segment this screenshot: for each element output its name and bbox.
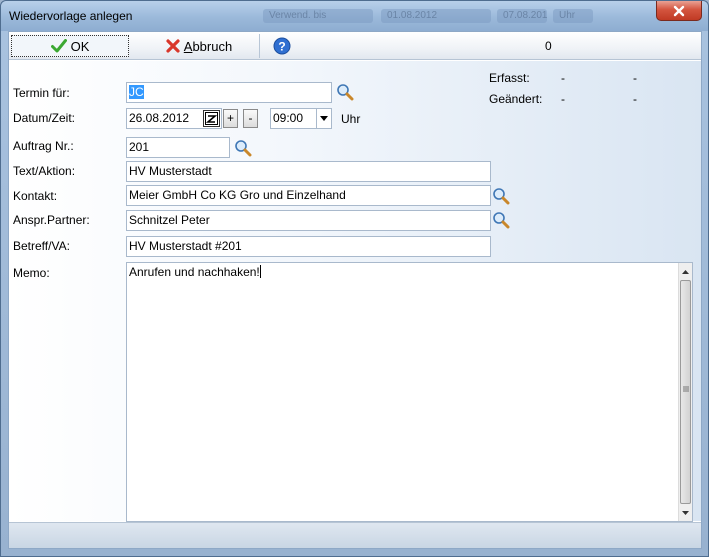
auftrag-field[interactable]: 201 [126, 137, 230, 158]
chevron-up-icon [682, 269, 689, 274]
grip-icon [683, 386, 689, 392]
termin-value: JC [129, 85, 144, 99]
time-value: 09:00 [273, 111, 304, 125]
title-bar[interactable]: Wiedervorlage anlegen Verwend. bis 01.08… [1, 1, 708, 31]
chevron-down-icon [682, 510, 689, 515]
scroll-down-button[interactable] [679, 505, 692, 520]
magnifier-icon[interactable] [492, 187, 510, 205]
termin-label: Termin für: [13, 86, 70, 100]
scroll-thumb[interactable] [680, 280, 691, 504]
auftrag-value: 201 [129, 140, 150, 154]
toolbar: OK Abbruch ? 0 [9, 32, 701, 60]
dialog-window: Wiedervorlage anlegen Verwend. bis 01.08… [0, 0, 709, 557]
erfasst-value-2: - [633, 71, 637, 85]
cancel-label: Abbruch [183, 38, 233, 54]
memo-label: Memo: [13, 266, 50, 280]
calendar-button[interactable] [203, 110, 220, 127]
toolbar-separator [259, 34, 260, 58]
uhr-label: Uhr [341, 112, 361, 126]
anspr-value: Schnitzel Peter [129, 213, 210, 227]
record-count: 0 [545, 39, 552, 53]
help-icon: ? [273, 37, 291, 55]
red-x-icon [166, 39, 180, 53]
kontakt-field[interactable]: Meier GmbH Co KG Gro und Einzelhand [126, 185, 491, 206]
date-minus-button[interactable]: - [243, 109, 258, 128]
text-value: HV Musterstadt [129, 164, 212, 178]
anspr-label: Anspr.Partner: [13, 213, 90, 227]
background-ghost-3: 07.08.2012 [497, 9, 547, 23]
text-caret [259, 265, 261, 278]
scroll-up-button[interactable] [679, 264, 692, 279]
cancel-button[interactable]: Abbruch [159, 35, 239, 57]
magnifier-icon[interactable] [336, 83, 354, 101]
close-button[interactable] [656, 1, 702, 21]
date-plus-button[interactable]: + [223, 109, 238, 128]
auftrag-label: Auftrag Nr.: [13, 139, 74, 153]
chevron-down-icon [320, 116, 328, 121]
kontakt-value: Meier GmbH Co KG Gro und Einzelhand [129, 188, 346, 202]
date-value: 26.08.2012 [129, 111, 190, 125]
status-bar [9, 522, 701, 548]
datum-label: Datum/Zeit: [13, 111, 76, 125]
kontakt-label: Kontakt: [13, 189, 58, 203]
background-ghost-2: 01.08.2012 [381, 9, 491, 23]
magnifier-icon[interactable] [492, 211, 510, 229]
erfasst-value-1: - [561, 71, 565, 85]
calendar-icon [205, 112, 218, 125]
magnifier-icon[interactable] [234, 139, 252, 157]
ok-label: OK [70, 38, 90, 54]
memo-scrollbar[interactable] [678, 263, 692, 521]
betreff-label: Betreff/VA: [13, 239, 70, 253]
geaendert-value-2: - [633, 92, 637, 106]
betreff-field[interactable]: HV Musterstadt #201 [126, 236, 491, 257]
close-icon [673, 5, 685, 16]
help-button[interactable]: ? [273, 37, 291, 55]
text-label: Text/Aktion: [13, 164, 76, 178]
time-dropdown-arrow[interactable] [316, 109, 331, 128]
erfasst-label: Erfasst: [489, 71, 530, 85]
svg-text:?: ? [278, 40, 285, 54]
geaendert-label: Geändert: [489, 92, 543, 106]
check-icon [50, 39, 67, 53]
form-area: Termin für: JC Erfasst: - - Geändert: - … [9, 61, 701, 522]
window-title: Wiedervorlage anlegen [9, 9, 133, 23]
betreff-value: HV Musterstadt #201 [129, 239, 242, 253]
time-select[interactable]: 09:00 [270, 108, 332, 129]
text-field[interactable]: HV Musterstadt [126, 161, 491, 182]
dialog-client: OK Abbruch ? 0 Termin für: JC Erfasst: -… [8, 31, 702, 549]
geaendert-value-1: - [561, 92, 565, 106]
background-ghost-4: Uhr [553, 9, 593, 23]
memo-value: Anrufen und nachhaken! [129, 265, 260, 279]
termin-field[interactable]: JC [126, 82, 332, 103]
memo-textarea[interactable]: Anrufen und nachhaken! [126, 262, 693, 522]
background-ghost-1: Verwend. bis [263, 9, 373, 23]
anspr-field[interactable]: Schnitzel Peter [126, 210, 491, 231]
ok-button[interactable]: OK [11, 35, 129, 57]
